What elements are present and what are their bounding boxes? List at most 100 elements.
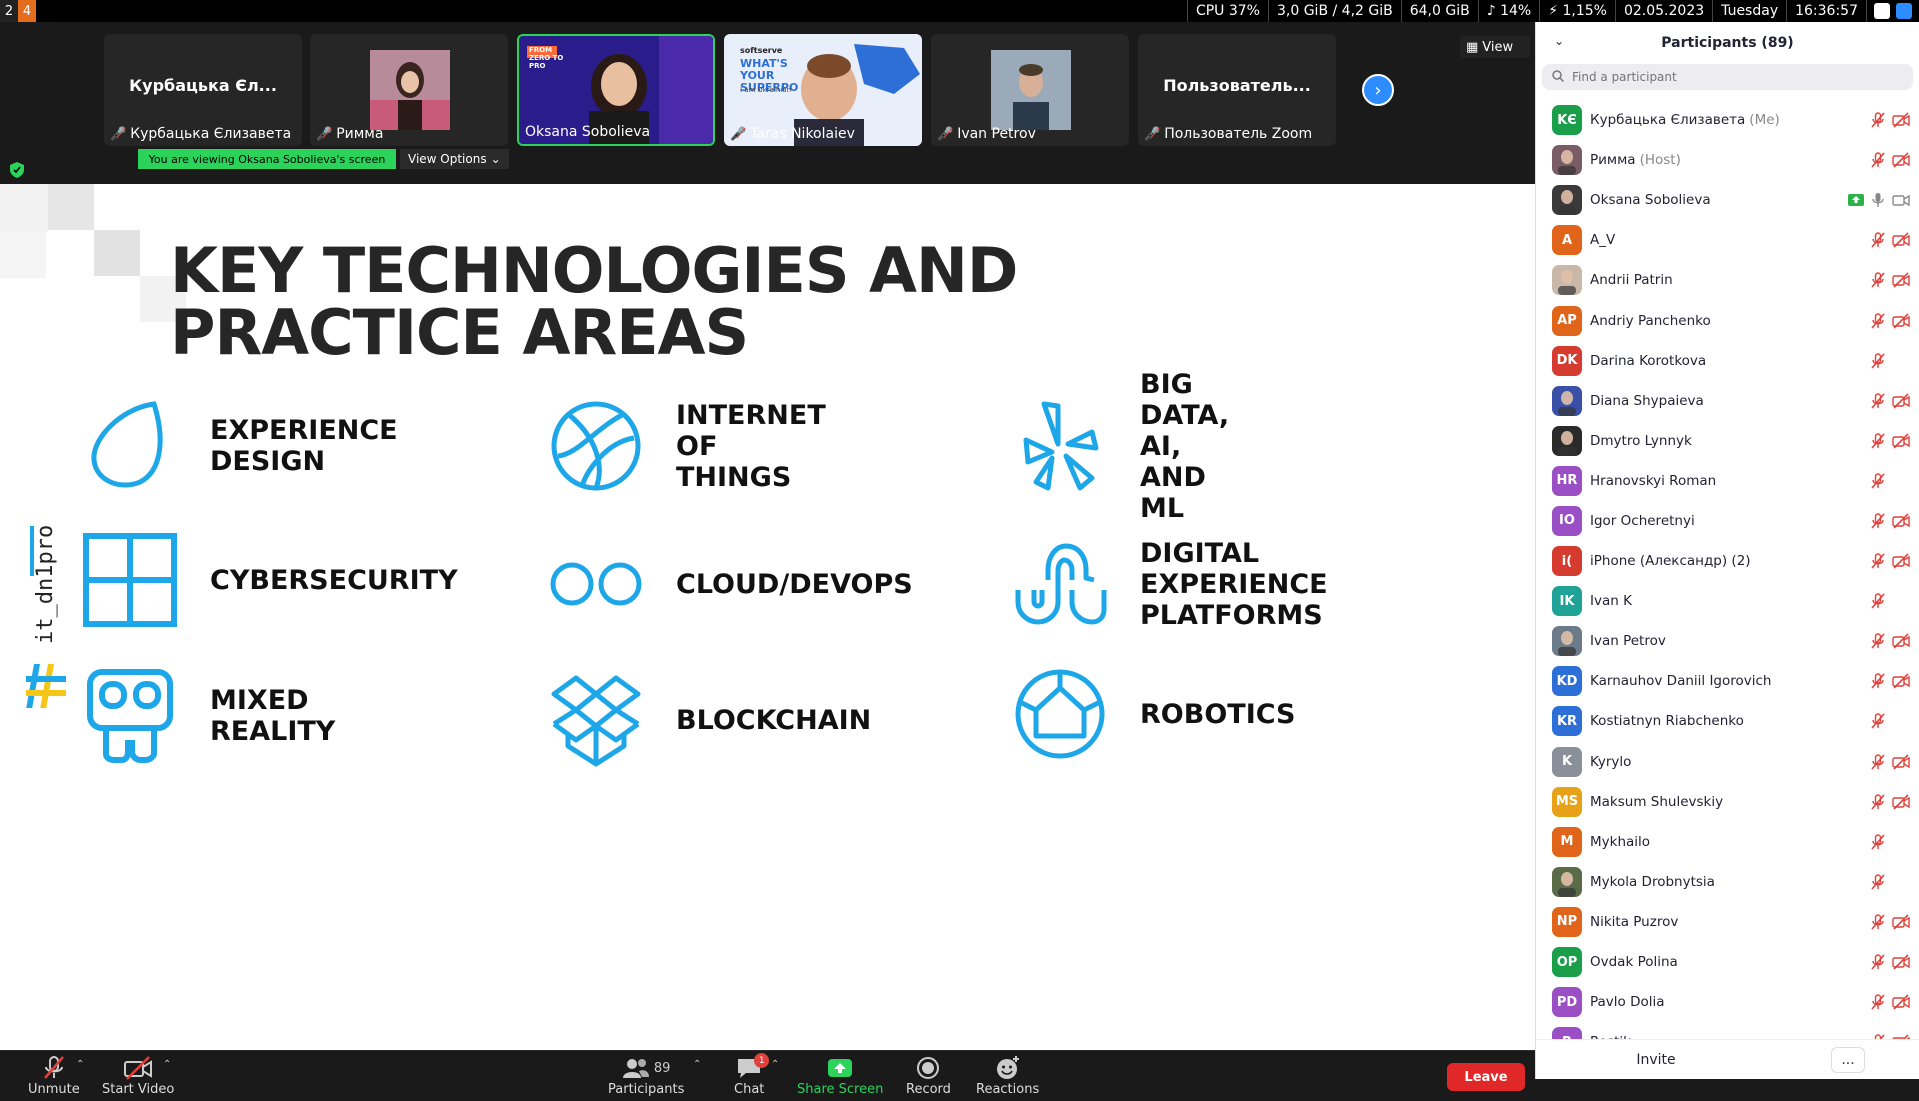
mic-muted-icon xyxy=(1871,272,1885,288)
participant-avatar: A xyxy=(1552,225,1582,256)
participant-status-icons xyxy=(1870,513,1910,529)
unmute-button[interactable]: Unmute xyxy=(28,1055,80,1097)
participant-photo xyxy=(1552,145,1582,176)
participant-row[interactable]: Dmytro Lynnyk xyxy=(1536,421,1919,461)
video-tile-oksana-active-speaker[interactable]: FROM ZERO TO PRO Oksana Sobolieva xyxy=(517,34,715,146)
video-off-icon xyxy=(1892,673,1910,689)
workspace-indicator[interactable]: 2 xyxy=(0,0,18,22)
participant-row[interactable]: Andrii Patrin xyxy=(1536,260,1919,300)
video-off-icon xyxy=(1892,152,1910,168)
participant-row[interactable]: KЄ Курбацька Єлизавета (Me) xyxy=(1536,100,1919,140)
participant-status-icons xyxy=(1870,473,1910,489)
participant-role: (Host) xyxy=(1639,152,1681,169)
flickr-dots-icon xyxy=(550,562,642,606)
mic-muted-icon xyxy=(1871,954,1885,970)
view-options-label: View Options xyxy=(408,152,487,166)
participant-row[interactable]: NP Nikita Puzrov xyxy=(1536,902,1919,942)
participant-row[interactable]: Oksana Sobolieva xyxy=(1536,180,1919,220)
video-off-icon xyxy=(1892,232,1910,248)
participant-status-icons xyxy=(1870,753,1910,770)
chevron-right-icon: › xyxy=(1374,79,1382,101)
video-off-icon xyxy=(1892,393,1910,409)
video-tile-ivan-petrov[interactable]: 🎤̸ Ivan Petrov xyxy=(931,34,1129,146)
windows-grid-icon xyxy=(83,533,177,627)
tile-experience-design: EXPERIENCE DESIGN xyxy=(82,398,398,494)
participants-options-caret[interactable]: ⌃ xyxy=(693,1059,701,1070)
video-tile-kurbatska[interactable]: Курбацька Єл... 🎤̸ Курбацька Єлизавета xyxy=(104,34,302,146)
it-dn1pro-logo: it_dn1pro xyxy=(26,525,66,708)
participant-photo xyxy=(1552,866,1582,897)
participant-row[interactable]: A A_V xyxy=(1536,220,1919,260)
view-menu-button[interactable]: ▦ View xyxy=(1460,36,1530,58)
participant-avatar: KR xyxy=(1552,706,1582,737)
participant-photo xyxy=(991,50,1071,130)
tile-label: 🎤̸ Курбацька Єлизавета xyxy=(110,126,291,142)
leave-meeting-button[interactable]: Leave xyxy=(1447,1063,1525,1091)
mic-muted-icon xyxy=(1871,994,1885,1010)
tile-cybersecurity: CYBERSECURITY xyxy=(82,532,458,628)
participant-row[interactable]: DK Darina Korotkova xyxy=(1536,341,1919,381)
tile-label: CYBERSECURITY xyxy=(210,564,458,596)
participant-row[interactable]: Mykola Drobnytsia xyxy=(1536,862,1919,902)
participant-photo xyxy=(1552,385,1582,416)
record-button[interactable]: Record xyxy=(906,1055,951,1097)
participant-row[interactable]: MS Maksum Shulevskiy xyxy=(1536,782,1919,822)
participant-row[interactable]: i(iPhone (Александр) (2) xyxy=(1536,541,1919,581)
mic-muted-icon xyxy=(1871,753,1885,770)
chat-options-caret[interactable]: ⌃ xyxy=(771,1059,779,1070)
participant-row[interactable]: M Mykhailo xyxy=(1536,822,1919,862)
chat-button[interactable]: 1 Chat xyxy=(734,1053,770,1097)
chevron-down-icon[interactable]: ⌄ xyxy=(1554,34,1564,48)
participant-row[interactable]: OP Ovdak Polina xyxy=(1536,942,1919,982)
search-input[interactable] xyxy=(1572,70,1872,84)
participant-avatar: i( xyxy=(1552,546,1582,577)
participant-row[interactable]: Diana Shypaieva xyxy=(1536,381,1919,421)
participant-row[interactable]: HR Hranovskyi Roman xyxy=(1536,461,1919,501)
workspace-indicator-active[interactable]: 4 xyxy=(18,0,36,22)
reactions-button[interactable]: Reactions xyxy=(976,1055,1039,1097)
participant-status-icons xyxy=(1870,112,1910,128)
video-tile-zoom-user[interactable]: Пользователь... 🎤̸ Пользователь Zoom xyxy=(1138,34,1336,146)
tile-mixed-reality: MIXED REALITY xyxy=(82,668,335,764)
participant-avatar: KЄ xyxy=(1552,105,1582,136)
participant-row[interactable]: K Kyrylo xyxy=(1536,742,1919,782)
next-page-button[interactable]: › xyxy=(1362,74,1394,106)
more-options-button[interactable]: ... xyxy=(1831,1047,1865,1073)
stumbleupon-icon xyxy=(1015,543,1107,625)
participants-button[interactable]: 89 Participants xyxy=(608,1055,684,1097)
participant-status-icons xyxy=(1870,152,1910,168)
participant-name: Maksum Shulevskiy xyxy=(1590,793,1724,810)
participant-status-icons xyxy=(1870,793,1910,810)
mic-muted-icon xyxy=(1871,232,1885,248)
participant-avatar: IK xyxy=(1552,586,1582,617)
video-tile-taras[interactable]: softserve WHAT'S YOUR SUPERPO I am Ukrai… xyxy=(724,34,922,146)
slide-decoration xyxy=(48,184,94,230)
share-screen-button[interactable]: Share Screen xyxy=(797,1055,883,1097)
participant-row[interactable]: PD Pavlo Dolia xyxy=(1536,982,1919,1022)
mic-muted-icon xyxy=(1871,553,1885,569)
invite-button[interactable]: Invite xyxy=(1621,1047,1691,1073)
participant-avatar: HR xyxy=(1552,465,1582,496)
video-off-icon xyxy=(1892,553,1910,569)
participant-row[interactable]: Ivan Petrov xyxy=(1536,621,1919,661)
slide-decoration xyxy=(94,230,140,276)
participant-row[interactable]: Римма (Host) xyxy=(1536,140,1919,180)
audio-options-caret[interactable]: ⌃ xyxy=(76,1059,84,1070)
participant-row[interactable]: KR Kostiatnyn Riabchenko xyxy=(1536,701,1919,741)
participant-search[interactable] xyxy=(1542,64,1913,90)
participant-row[interactable]: AP Andriy Panchenko xyxy=(1536,300,1919,340)
participant-row[interactable]: IO Igor Ocheretnyi xyxy=(1536,501,1919,541)
participant-status-icons xyxy=(1870,232,1910,248)
video-tile-rimma[interactable]: 🎤̸ Римма xyxy=(310,34,508,146)
unmute-label: Unmute xyxy=(28,1082,80,1097)
encryption-shield-icon[interactable] xyxy=(10,162,24,178)
zoom-tray-icon[interactable] xyxy=(1896,3,1912,19)
tray-app-icon[interactable] xyxy=(1874,3,1890,19)
participant-name: Andrii Patrin xyxy=(1590,272,1673,289)
participant-row[interactable]: IK Ivan K xyxy=(1536,581,1919,621)
video-options-caret[interactable]: ⌃ xyxy=(163,1059,171,1070)
instructables-robot-icon xyxy=(87,669,173,763)
video-off-icon xyxy=(1892,794,1910,810)
participant-row[interactable]: KD Karnauhov Daniil Igorovich xyxy=(1536,661,1919,701)
view-options-button[interactable]: View Options ⌄ xyxy=(400,149,509,169)
